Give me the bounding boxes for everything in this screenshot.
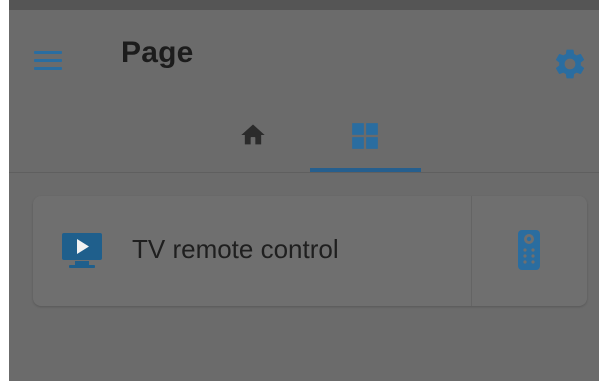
menu-button[interactable]	[30, 45, 66, 75]
dashboard-grid-icon	[352, 123, 378, 149]
tab-bar-divider	[9, 172, 599, 173]
remote-control-button[interactable]	[472, 196, 587, 306]
home-icon	[241, 124, 265, 145]
tab-dashboard[interactable]	[310, 102, 420, 172]
entity-card-tv-remote[interactable]: TV remote control	[33, 196, 587, 306]
gear-icon	[555, 49, 585, 79]
tv-play-icon	[62, 233, 102, 268]
settings-button[interactable]	[552, 46, 588, 82]
status-bar-edge	[9, 0, 599, 10]
page-title: Page	[121, 36, 194, 69]
tab-bar	[9, 102, 599, 172]
remote-control-icon	[518, 230, 540, 270]
tab-home[interactable]	[201, 102, 311, 172]
app-bar: Page	[9, 10, 599, 102]
app-screen: Page TV remote control	[9, 0, 599, 381]
card-label: TV remote control	[132, 234, 339, 264]
